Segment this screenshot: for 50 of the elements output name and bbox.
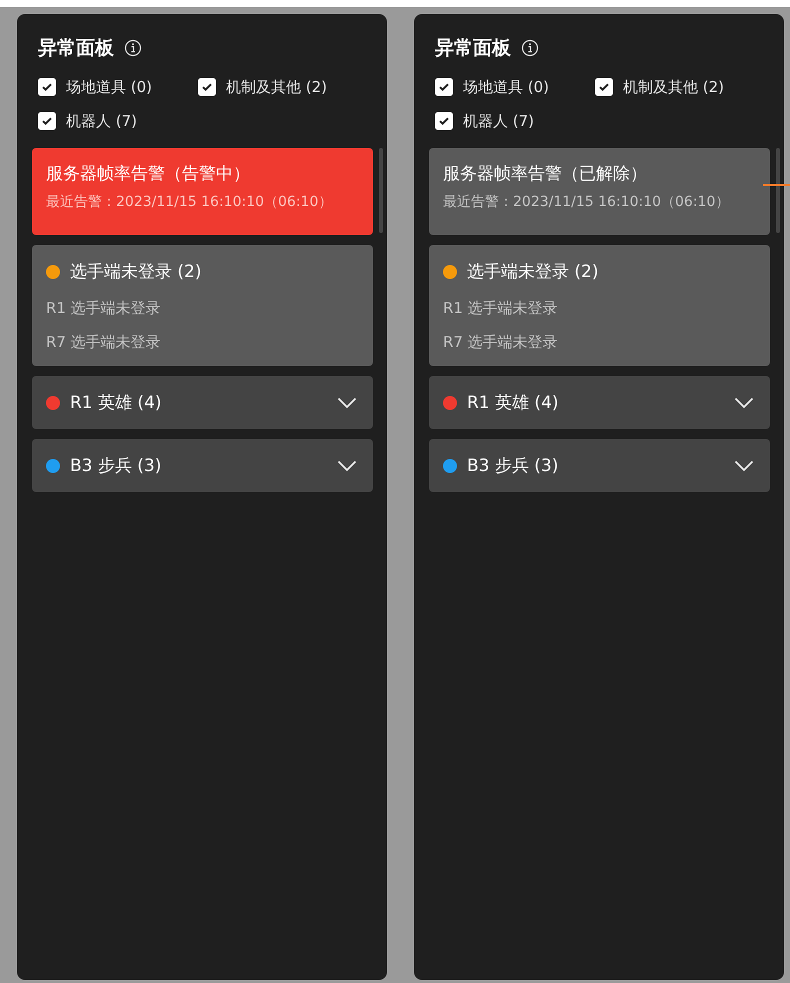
alert-item: R7 选手端未登录: [46, 332, 162, 352]
scrollbar-thumb[interactable]: [776, 148, 780, 233]
group-title: 选手端未登录 (2): [70, 261, 202, 283]
filter-label: 机器人 (7): [66, 112, 138, 130]
checkbox[interactable]: [38, 112, 56, 130]
checkbox[interactable]: [435, 78, 453, 96]
chevron-down-icon[interactable]: [734, 396, 754, 408]
alert-card[interactable]: 服务器帧率告警（已解除） 最近告警：2023/11/15 16:10:10（06:10）: [429, 148, 770, 235]
group-title: R1 英雄 (4): [467, 392, 560, 414]
alert-group[interactable]: B3 步兵 (3): [429, 439, 770, 492]
check-icon: [598, 82, 610, 92]
checkbox[interactable]: [38, 78, 56, 96]
alert-detail: 最近告警：2023/11/15 16:10:10（06:10）: [443, 193, 730, 211]
group-title: B3 步兵 (3): [70, 455, 162, 477]
chevron-down-icon[interactable]: [734, 460, 754, 472]
check-icon: [201, 82, 213, 92]
scrollbar-thumb[interactable]: [379, 148, 383, 233]
group-title: 选手端未登录 (2): [467, 261, 600, 283]
filter-label: 机制及其他 (2): [623, 78, 724, 96]
check-icon: [41, 116, 53, 126]
alert-title: 服务器帧率告警（告警中）: [46, 163, 251, 185]
alert-group[interactable]: 选手端未登录 (2) R1 选手端未登录 R7 选手端未登录: [429, 245, 770, 366]
alert-detail: 最近告警：2023/11/15 16:10:10（06:10）: [46, 193, 334, 211]
filter-label: 场地道具 (0): [66, 78, 152, 96]
filter-label: 机器人 (7): [463, 112, 534, 130]
alert-group[interactable]: B3 步兵 (3): [32, 439, 373, 492]
chevron-down-icon[interactable]: [337, 396, 357, 408]
panel-title: 异常面板: [435, 36, 511, 61]
check-icon: [438, 82, 450, 92]
info-icon[interactable]: [521, 39, 539, 57]
alert-card[interactable]: 服务器帧率告警（告警中） 最近告警：2023/11/15 16:10:10（06:10）: [32, 148, 373, 235]
alert-item: R1 选手端未登录: [46, 298, 162, 318]
group-title: R1 英雄 (4): [70, 392, 163, 414]
info-icon[interactable]: [124, 39, 142, 57]
chevron-down-icon[interactable]: [337, 460, 357, 472]
checkbox[interactable]: [435, 112, 453, 130]
alert-group[interactable]: R1 英雄 (4): [32, 376, 373, 429]
alert-group[interactable]: R1 英雄 (4): [429, 376, 770, 429]
alert-group[interactable]: 选手端未登录 (2) R1 选手端未登录 R7 选手端未登录: [32, 245, 373, 366]
filter-label: 场地道具 (0): [463, 78, 550, 96]
check-icon: [438, 116, 450, 126]
check-icon: [41, 82, 53, 92]
alert-item: R1 选手端未登录: [443, 298, 559, 318]
alert-title: 服务器帧率告警（已解除）: [443, 163, 648, 185]
filter-label: 机制及其他 (2): [226, 78, 328, 96]
checkbox[interactable]: [198, 78, 216, 96]
panel-title: 异常面板: [38, 36, 114, 61]
alert-item: R7 选手端未登录: [443, 332, 559, 352]
group-title: B3 步兵 (3): [467, 455, 560, 477]
checkbox[interactable]: [595, 78, 613, 96]
